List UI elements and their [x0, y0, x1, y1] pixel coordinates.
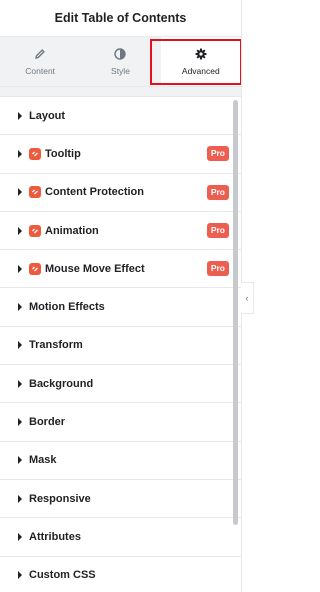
scrollbar[interactable]: [233, 100, 238, 525]
caret-right-icon: [18, 341, 22, 350]
section-border[interactable]: Border: [0, 403, 241, 442]
section-label: Motion Effects: [29, 301, 105, 314]
caret-right-icon: [18, 571, 22, 580]
section-transform[interactable]: Transform: [0, 327, 241, 366]
caret-right-icon: [18, 456, 22, 465]
section-spacer: [0, 87, 241, 97]
addon-logo-icon: [29, 186, 41, 199]
section-attributes[interactable]: Attributes: [0, 518, 241, 557]
pro-badge: Pro: [206, 261, 229, 277]
caret-right-icon: [18, 226, 22, 235]
section-label: Custom CSS: [29, 569, 96, 582]
section-label: Tooltip: [45, 147, 81, 160]
section-label: Layout: [29, 109, 66, 122]
pro-badge: Pro: [206, 223, 229, 239]
tab-style-label: Style: [111, 66, 130, 76]
section-mask[interactable]: Mask: [0, 442, 241, 480]
addon-logo-icon: [29, 262, 41, 275]
caret-right-icon: [18, 111, 22, 120]
caret-right-icon: [18, 532, 22, 541]
caret-right-icon: [18, 418, 22, 427]
section-custom-css[interactable]: Custom CSS: [0, 557, 241, 592]
section-label: Mouse Move Effect: [45, 262, 145, 275]
pro-badge: Pro: [206, 184, 229, 200]
section-list: Layout Tooltip Pro Content Protection Pr…: [0, 97, 241, 592]
editor-panel: Edit Table of Contents Content Style Adv…: [0, 0, 241, 592]
caret-right-icon: [18, 188, 22, 197]
section-label: Background: [29, 377, 94, 390]
pencil-icon: [33, 47, 47, 61]
tab-advanced[interactable]: Advanced: [160, 37, 241, 86]
section-content-protection[interactable]: Content Protection Pro: [0, 174, 241, 212]
section-label: Transform: [29, 339, 83, 352]
tab-content-label: Content: [25, 66, 56, 76]
section-animation[interactable]: Animation Pro: [0, 212, 241, 251]
section-motion-effects[interactable]: Motion Effects: [0, 288, 241, 327]
collapse-panel-button[interactable]: ‹: [241, 282, 254, 314]
tab-content[interactable]: Content: [0, 37, 80, 86]
section-background[interactable]: Background: [0, 365, 241, 404]
section-tooltip[interactable]: Tooltip Pro: [0, 135, 241, 174]
gear-icon: [194, 47, 208, 61]
section-layout[interactable]: Layout: [0, 97, 241, 136]
caret-right-icon: [18, 303, 22, 312]
panel-title: Edit Table of Contents: [0, 0, 241, 37]
section-label: Mask: [29, 454, 57, 467]
addon-logo-icon: [29, 147, 41, 160]
panel-tabs: Content Style Advanced: [0, 37, 241, 87]
section-label: Content Protection: [45, 186, 144, 199]
section-mouse-move-effect[interactable]: Mouse Move Effect Pro: [0, 250, 241, 289]
caret-right-icon: [18, 149, 22, 158]
section-label: Animation: [45, 224, 99, 237]
tab-style[interactable]: Style: [80, 37, 160, 86]
tab-advanced-label: Advanced: [181, 66, 220, 76]
half-circle-icon: [113, 47, 127, 61]
section-label: Border: [29, 416, 66, 429]
caret-right-icon: [18, 494, 22, 503]
caret-right-icon: [18, 264, 22, 273]
section-label: Attributes: [29, 530, 81, 543]
section-label: Responsive: [29, 492, 91, 505]
caret-right-icon: [18, 379, 22, 388]
section-responsive[interactable]: Responsive: [0, 480, 241, 519]
addon-logo-icon: [29, 224, 41, 237]
pro-badge: Pro: [206, 146, 229, 162]
chevron-left-icon: ‹: [245, 292, 249, 303]
